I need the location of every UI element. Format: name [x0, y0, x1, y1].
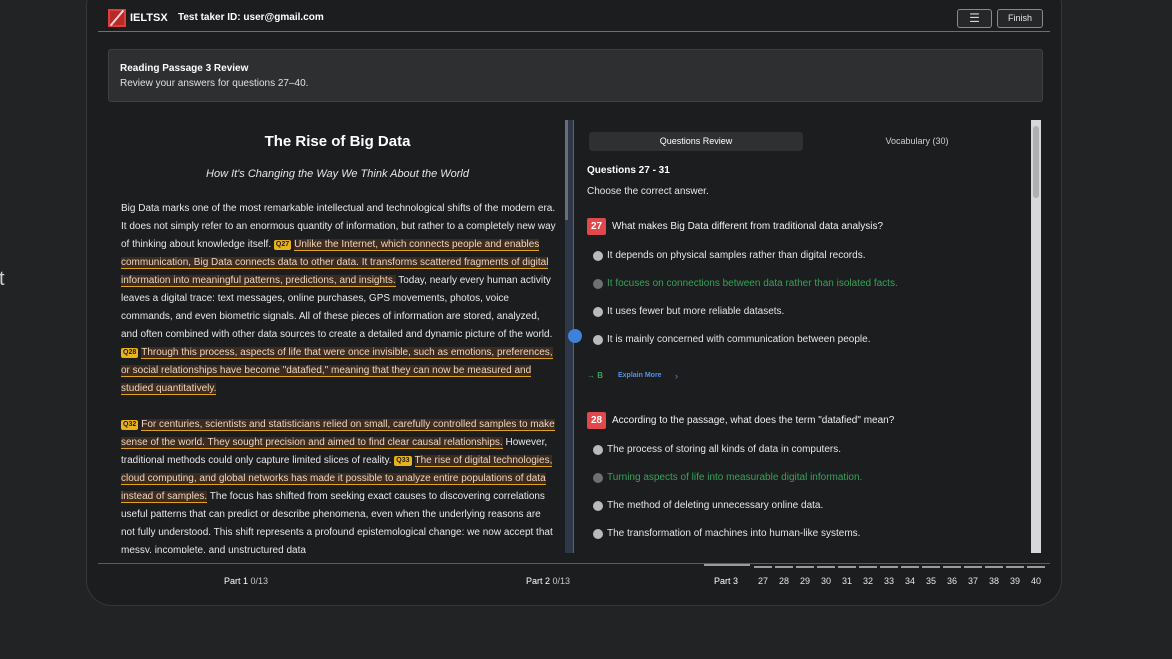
radio-button[interactable] [593, 445, 603, 455]
option-text: Turning aspects of life into measurable … [607, 472, 863, 483]
option-text: It focuses on connections between data r… [607, 278, 898, 289]
test-taker-id: Test taker ID: user@gmail.com [178, 12, 324, 23]
radio-button[interactable] [593, 279, 603, 289]
explain-more-link[interactable]: Explain More [618, 372, 662, 379]
test-taker-value: user@gmail.com [243, 12, 324, 23]
question-text: According to the passage, what does the … [612, 415, 895, 426]
question-nav-button[interactable]: 28 [774, 566, 794, 586]
question-nav-button[interactable]: 32 [858, 566, 878, 586]
question-tag-q32[interactable]: Q32 [121, 420, 139, 430]
question-range: Questions 27 - 31 [587, 165, 670, 176]
question-text: What makes Big Data different from tradi… [612, 221, 884, 232]
question-instruction: Choose the correct answer. [587, 186, 709, 197]
question-number-badge: 28 [587, 412, 606, 429]
edge-text: t [0, 268, 5, 290]
question-tag-q28[interactable]: Q28 [121, 348, 139, 358]
review-banner: Reading Passage 3 Review Review your ans… [108, 49, 1043, 102]
radio-button[interactable] [593, 501, 603, 511]
chevron-right-icon[interactable]: › [675, 371, 678, 381]
radio-button[interactable] [593, 307, 603, 317]
part-label: Part 2 [526, 576, 551, 586]
highlight-q32[interactable]: For centuries, scientists and statistici… [121, 419, 555, 449]
passage-subtitle: How It's Changing the Way We Think About… [206, 168, 469, 180]
passage-panel[interactable]: The Rise of Big Data How It's Changing t… [110, 120, 565, 553]
banner-subtitle: Review your answers for questions 27–40. [120, 78, 309, 89]
question-nav-button[interactable]: 29 [795, 566, 815, 586]
review-tabs: Questions Review Vocabulary (30) [589, 132, 1026, 151]
scrollbar-thumb[interactable] [1033, 126, 1039, 198]
question-nav-button[interactable]: 27 [753, 566, 773, 586]
part-progress: 0/13 [552, 576, 571, 586]
question-number-badge: 27 [587, 218, 606, 235]
banner-title: Reading Passage 3 Review [120, 63, 249, 74]
option-text: The process of storing all kinds of data… [607, 444, 842, 455]
radio-button[interactable] [593, 473, 603, 483]
top-bar: IELTSX Test taker ID: user@gmail.com ☰ F… [98, 0, 1050, 32]
option-text: It is mainly concerned with communicatio… [607, 334, 871, 345]
radio-button[interactable] [593, 335, 603, 345]
option-text: It uses fewer but more reliable datasets… [607, 306, 785, 317]
passage-title: The Rise of Big Data [264, 133, 411, 150]
option-text: It depends on physical samples rather th… [607, 250, 866, 261]
highlight-q28[interactable]: Through this process, aspects of life th… [121, 347, 553, 395]
question-nav-button[interactable]: 35 [921, 566, 941, 586]
test-taker-label: Test taker ID: [178, 12, 241, 23]
hamburger-icon: ☰ [969, 11, 980, 25]
passage-paragraph-2: Q32 For centuries, scientists and statist… [121, 416, 557, 553]
question-nav-button[interactable]: 37 [963, 566, 983, 586]
tab-vocabulary[interactable]: Vocabulary (30) [808, 132, 1026, 151]
question-nav-button[interactable]: 34 [900, 566, 920, 586]
question-nav-button[interactable]: 31 [837, 566, 857, 586]
radio-button[interactable] [593, 251, 603, 261]
correct-answer-indicator: → B [587, 371, 603, 380]
part-3-indicator [704, 564, 750, 566]
part-label: Part 1 [224, 576, 249, 586]
question-nav-button[interactable]: 30 [816, 566, 836, 586]
divider-drag-handle[interactable] [568, 329, 582, 343]
menu-button[interactable]: ☰ [957, 9, 992, 28]
option-text: The transformation of machines into huma… [607, 528, 861, 539]
part-navigation: Part 1 0/13 Part 2 0/13 Part 3 27 28 29 … [98, 563, 1050, 586]
part-progress: 0/13 [250, 576, 269, 586]
question-nav-button[interactable]: 33 [879, 566, 899, 586]
questions-panel[interactable]: Questions Review Vocabulary (30) Questio… [586, 120, 1030, 553]
question-nav-button[interactable]: 38 [984, 566, 1004, 586]
brand-name: IELTSX [130, 12, 168, 24]
part-label: Part 3 [714, 576, 739, 586]
question-nav-button[interactable]: 39 [1005, 566, 1025, 586]
option-text: The method of deleting unnecessary onlin… [607, 500, 824, 511]
question-nav-button[interactable]: 36 [942, 566, 962, 586]
question-tag-q33[interactable]: Q33 [394, 456, 412, 466]
part-2-button[interactable]: Part 2 0/13 [526, 576, 570, 586]
question-tag-q27[interactable]: Q27 [273, 240, 292, 250]
brand-logo-icon [108, 9, 126, 27]
part-3-button[interactable]: Part 3 [714, 576, 738, 586]
radio-button[interactable] [593, 529, 603, 539]
passage-paragraph-1: Big Data marks one of the most remarkabl… [121, 200, 557, 398]
question-nav-button[interactable]: 40 [1026, 566, 1046, 586]
part-1-button[interactable]: Part 1 0/13 [224, 576, 268, 586]
tab-questions-review[interactable]: Questions Review [589, 132, 803, 151]
finish-button[interactable]: Finish [997, 9, 1043, 28]
